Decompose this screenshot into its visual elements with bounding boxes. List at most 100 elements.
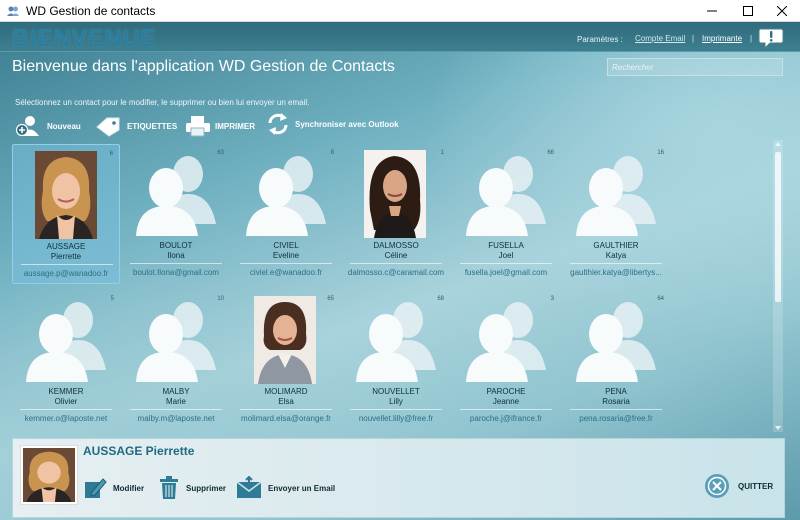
contact-card[interactable]: 3 PAROCHE Jeanne paroche.j@ifrance.fr (452, 290, 560, 430)
divider (130, 409, 222, 410)
contact-count: 65 (327, 296, 334, 302)
contact-card[interactable]: 10 MALBY Marie malby.m@laposte.net (122, 290, 230, 430)
contact-last-name: AUSSAGE (46, 242, 86, 251)
mail-icon (236, 476, 262, 498)
contact-count: 3 (550, 296, 554, 302)
send-email-button[interactable]: Envoyer un Email (236, 476, 335, 500)
separator: | (692, 34, 695, 43)
contact-placeholder-icon (136, 156, 216, 236)
edit-label: Modifier (113, 483, 145, 493)
contact-last-name: CIVIEL (273, 241, 299, 250)
contact-last-name: KEMMER (48, 387, 84, 396)
scroll-up-icon[interactable] (773, 140, 783, 148)
contact-placeholder-icon (466, 302, 546, 382)
contact-count: 16 (657, 150, 664, 156)
labels-button[interactable]: ETIQUETTES (95, 115, 177, 137)
scroll-down-icon[interactable] (773, 424, 783, 432)
contact-email[interactable]: dalmosso.c@caramail.com (342, 268, 450, 277)
contact-first-name: Olivier (54, 397, 78, 406)
contact-card[interactable]: 68 NOUVELLET Lilly nouvellet.lilly@free.… (342, 290, 450, 430)
quit-button[interactable]: QUITTER (704, 473, 773, 499)
email-account-link[interactable]: Compte Email (635, 34, 685, 43)
contact-card[interactable]: 1 DALMOSSO Céline dalmosso.c@caramail.co… (342, 144, 450, 284)
contact-first-name: Lilly (389, 397, 403, 406)
new-contact-button[interactable]: Nouveau (15, 115, 81, 137)
contact-last-name: MOLIMARD (264, 387, 308, 396)
contact-first-name: Marie (165, 397, 186, 406)
divider (570, 409, 662, 410)
contact-first-name: Rosaria (602, 397, 630, 406)
help-icon[interactable] (758, 26, 784, 50)
avatar (23, 448, 75, 502)
contact-placeholder-icon (576, 302, 656, 382)
printer-link[interactable]: Imprimante (702, 34, 742, 43)
contact-email[interactable]: molimard.elsa@orange.fr (232, 414, 340, 423)
minimize-button[interactable] (694, 0, 730, 22)
divider (460, 263, 552, 264)
contact-email[interactable]: malby.m@laposte.net (122, 414, 230, 423)
contact-count: 10 (217, 296, 224, 302)
delete-button[interactable]: Supprimer (158, 476, 226, 500)
quit-icon (705, 474, 729, 498)
banner-title: BIENVENUE (12, 25, 157, 52)
vertical-scrollbar[interactable] (773, 140, 783, 432)
instructions-text: Sélectionnez un contact pour le modifier… (15, 98, 310, 107)
contact-first-name: Katya (605, 251, 627, 260)
contact-email[interactable]: paroche.j@ifrance.fr (452, 414, 560, 423)
contact-first-name: Jeanne (492, 397, 520, 406)
contact-count: 5 (110, 296, 114, 302)
contact-email[interactable]: gaulthier.katya@libertys... (562, 268, 670, 277)
contact-placeholder-icon (26, 302, 106, 382)
sync-outlook-button[interactable]: Synchroniser avec Outlook (265, 111, 399, 137)
page-title: Bienvenue dans l'application WD Gestion … (12, 58, 395, 75)
contact-count: 8 (330, 150, 334, 156)
contact-email[interactable]: civiel.e@wanadoo.fr (232, 268, 340, 277)
print-label: IMPRIMER (215, 121, 255, 131)
search-input[interactable] (607, 58, 783, 76)
selected-contact-photo (20, 445, 78, 505)
contact-placeholder-icon (576, 156, 656, 236)
contact-first-name: Pierrette (50, 252, 82, 261)
quit-label: QUITTER (738, 481, 774, 491)
edit-button[interactable]: Modifier (83, 476, 144, 500)
contact-photo (254, 296, 316, 384)
tag-icon (96, 117, 120, 137)
contact-email[interactable]: kemmer.o@laposte.net (12, 414, 120, 423)
maximize-button[interactable] (730, 0, 766, 22)
contact-placeholder-icon (246, 156, 326, 236)
contact-last-name: PAROCHE (486, 387, 526, 396)
contact-card[interactable]: 64 PENA Rosaria pena.rosaria@free.fr (562, 290, 670, 430)
contact-last-name: PENA (605, 387, 627, 396)
contact-first-name: Céline (384, 251, 408, 260)
contact-card[interactable]: 5 KEMMER Olivier kemmer.o@laposte.net (12, 290, 120, 430)
header-bar: BIENVENUE Paramètres : Compte Email | Im… (0, 22, 800, 52)
contact-card[interactable]: 6 AUSSAGE Pierrette aussage.p@wanadoo.fr (12, 144, 120, 284)
divider (240, 263, 332, 264)
maximize-icon (743, 6, 753, 16)
close-button[interactable] (764, 0, 800, 22)
scroll-thumb[interactable] (775, 152, 781, 302)
contact-photo (364, 150, 426, 238)
contact-email[interactable]: aussage.p@wanadoo.fr (13, 269, 119, 278)
delete-label: Supprimer (186, 483, 227, 493)
contact-card[interactable]: 8 CIVIEL Eveline civiel.e@wanadoo.fr (232, 144, 340, 284)
contact-count: 64 (657, 296, 664, 302)
print-button[interactable]: IMPRIMER (185, 115, 255, 137)
main-area: BIENVENUE Paramètres : Compte Email | Im… (0, 22, 800, 520)
contact-card[interactable]: 63 BOULOT Ilona boulot.Ilona@gmail.com (122, 144, 230, 284)
contact-last-name: GAULTHIER (593, 241, 639, 250)
divider (21, 264, 113, 265)
contact-first-name: Ilona (167, 251, 185, 260)
contact-email[interactable]: pena.rosaria@free.fr (562, 414, 670, 423)
contact-count: 66 (547, 150, 554, 156)
contact-email[interactable]: fusella.joel@gmail.com (452, 268, 560, 277)
contact-email[interactable]: nouvellet.lilly@free.fr (342, 414, 450, 423)
contact-email[interactable]: boulot.Ilona@gmail.com (122, 268, 230, 277)
contact-last-name: DALMOSSO (373, 241, 419, 250)
contact-card[interactable]: 16 GAULTHIER Katya gaulthier.katya@liber… (562, 144, 670, 284)
contact-card[interactable]: 65 MOLIMARD Elsa molimard.elsa@orange.fr (232, 290, 340, 430)
window-title: WD Gestion de contacts (26, 3, 156, 18)
contact-first-name: Eveline (272, 251, 300, 260)
contact-card[interactable]: 66 FUSELLA Joel fusella.joel@gmail.com (452, 144, 560, 284)
divider (460, 409, 552, 410)
